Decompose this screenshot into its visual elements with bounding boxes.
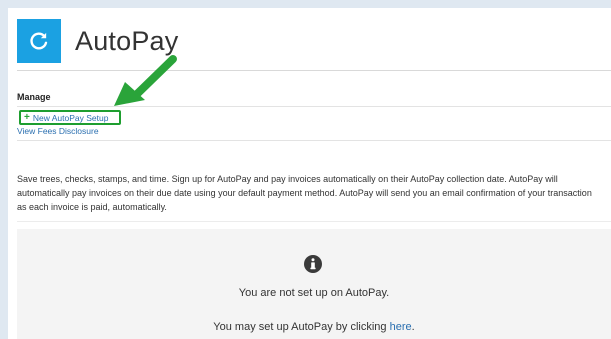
green-arrow-icon	[114, 55, 177, 106]
links-divider	[17, 140, 611, 141]
here-link[interactable]: here	[390, 321, 412, 333]
autopay-description: Save trees, checks, stamps, and time. Si…	[17, 174, 592, 212]
empty-state: You are not set up on AutoPay. You may s…	[17, 229, 611, 339]
setup-help-suffix: .	[411, 321, 415, 333]
setup-help-text: You may set up AutoPay by clicking here.	[17, 321, 611, 333]
info-icon	[304, 255, 322, 273]
description-divider	[17, 221, 611, 222]
view-fees-disclosure-link[interactable]: View Fees Disclosure	[17, 126, 99, 136]
not-set-up-message: You are not set up on AutoPay.	[238, 287, 390, 299]
setup-help-prefix: You may set up AutoPay by clicking	[213, 321, 390, 333]
autopay-panel: AutoPay Manage + New AutoPay Setup View …	[8, 8, 611, 339]
